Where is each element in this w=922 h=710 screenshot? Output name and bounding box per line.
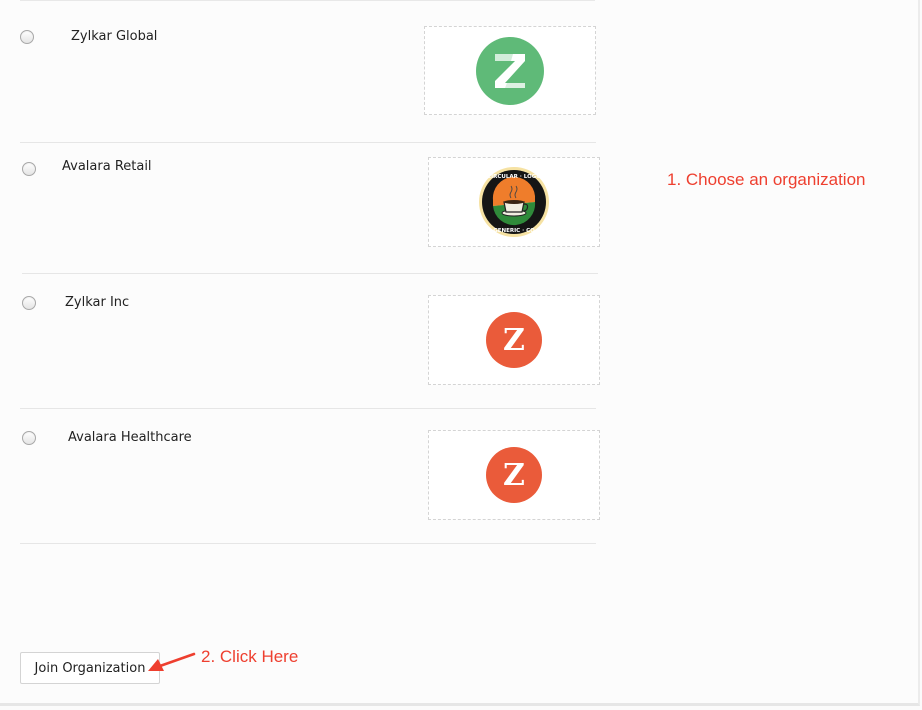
step1-annotation: 1. Choose an organization bbox=[667, 170, 866, 189]
org-radio[interactable] bbox=[20, 30, 34, 44]
org-row-avalara-retail[interactable]: Avalara Retail CIRCULAR · LOGO GENERIC ·… bbox=[0, 143, 610, 274]
org-radio[interactable] bbox=[22, 296, 36, 310]
org-logo-box bbox=[424, 26, 596, 115]
row-divider bbox=[20, 543, 596, 544]
org-radio[interactable] bbox=[22, 431, 36, 445]
zylkar-green-logo-icon bbox=[476, 36, 544, 105]
arrow-icon bbox=[148, 652, 196, 671]
org-logo-box: CIRCULAR · LOGO GENERIC · CO bbox=[428, 157, 600, 247]
zylkar-orange-logo-icon: Z bbox=[486, 312, 542, 368]
org-radio[interactable] bbox=[22, 162, 36, 176]
org-logo-box: Z bbox=[428, 295, 600, 385]
coffee-logo-icon: CIRCULAR · LOGO GENERIC · CO bbox=[479, 167, 549, 237]
svg-text:CIRCULAR · LOGO: CIRCULAR · LOGO bbox=[487, 174, 541, 180]
zylkar-orange-logo-icon: Z bbox=[486, 447, 542, 503]
org-row-zylkar-inc[interactable]: Zylkar Inc Z bbox=[0, 274, 610, 409]
org-logo-box: Z bbox=[428, 430, 600, 520]
org-name: Avalara Healthcare bbox=[68, 430, 192, 445]
organization-picker: Zylkar Global Avalara Retail CIRCULAR · … bbox=[0, 0, 920, 706]
org-row-zylkar-global[interactable]: Zylkar Global bbox=[0, 0, 610, 143]
org-name: Avalara Retail bbox=[62, 159, 152, 174]
org-name: Zylkar Inc bbox=[65, 295, 130, 310]
join-organization-button[interactable]: Join Organization bbox=[20, 652, 160, 684]
svg-text:GENERIC · CO: GENERIC · CO bbox=[493, 228, 535, 234]
org-row-avalara-healthcare[interactable]: Avalara Healthcare Z bbox=[0, 409, 610, 544]
step2-annotation: 2. Click Here bbox=[201, 647, 299, 666]
org-name: Zylkar Global bbox=[71, 29, 158, 44]
